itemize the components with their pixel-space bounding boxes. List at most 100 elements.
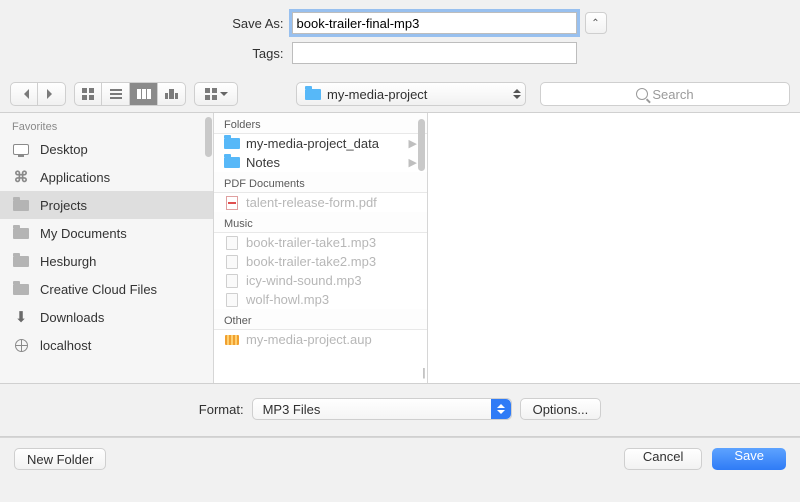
sidebar-scrollbar[interactable]	[205, 117, 212, 157]
folder-icon	[305, 89, 321, 100]
toolbar: my-media-project Search	[0, 80, 800, 112]
sidebar-item-hesburgh[interactable]: Hesburgh	[0, 247, 213, 275]
path-popup-button[interactable]: my-media-project	[296, 82, 526, 106]
view-columns-button[interactable]	[130, 82, 158, 106]
folder-icon	[224, 157, 240, 168]
sidebar-item-label: Creative Cloud Files	[40, 282, 157, 297]
coverflow-icon	[165, 89, 179, 99]
cancel-label: Cancel	[643, 449, 683, 464]
pdf-icon	[226, 196, 238, 210]
save-as-label: Save As:	[194, 16, 284, 31]
file-item: icy-wind-sound.mp3	[214, 271, 427, 290]
search-icon	[636, 88, 648, 100]
tags-label: Tags:	[194, 46, 284, 61]
column-scrollbar[interactable]	[418, 119, 425, 171]
group-header-pdf: PDF Documents	[214, 172, 427, 193]
sidebar-item-label: My Documents	[40, 226, 127, 241]
arrange-icon	[205, 88, 217, 100]
column-browser: Favorites Desktop ⌘ Applications Project…	[0, 112, 800, 384]
search-input[interactable]: Search	[540, 82, 790, 106]
audio-file-icon	[226, 255, 238, 269]
sidebar-heading-favorites: Favorites	[0, 117, 213, 135]
search-placeholder: Search	[652, 87, 693, 102]
file-label: wolf-howl.mp3	[246, 292, 329, 307]
view-coverflow-button[interactable]	[158, 82, 186, 106]
new-folder-label: New Folder	[27, 452, 93, 467]
sidebar-item-creative-cloud[interactable]: Creative Cloud Files	[0, 275, 213, 303]
file-item[interactable]: my-media-project_data ▶	[214, 134, 427, 153]
sidebar-item-my-documents[interactable]: My Documents	[0, 219, 213, 247]
view-list-button[interactable]	[102, 82, 130, 106]
disclosure-icon: ▶	[409, 137, 417, 150]
sidebar-item-desktop[interactable]: Desktop	[0, 135, 213, 163]
format-label: Format:	[199, 402, 244, 417]
file-item: book-trailer-take1.mp3	[214, 233, 427, 252]
disclosure-icon: ▶	[409, 156, 417, 169]
save-button[interactable]: Save	[712, 448, 786, 470]
sidebar: Favorites Desktop ⌘ Applications Project…	[0, 113, 214, 383]
options-label: Options...	[533, 402, 589, 417]
folder-icon	[13, 284, 29, 295]
chevron-left-icon	[19, 87, 29, 102]
sidebar-item-downloads[interactable]: ⬇ Downloads	[0, 303, 213, 331]
file-item[interactable]: Notes ▶	[214, 153, 427, 172]
nav-forward-button[interactable]	[38, 82, 66, 106]
sidebar-item-projects[interactable]: Projects	[0, 191, 213, 219]
tags-input[interactable]	[292, 42, 577, 64]
file-label: talent-release-form.pdf	[246, 195, 377, 210]
path-folder-label: my-media-project	[327, 87, 427, 102]
format-selected-value: MP3 Files	[263, 402, 321, 417]
group-header-folders: Folders	[214, 113, 427, 134]
grid-icon	[82, 88, 94, 100]
save-as-input[interactable]	[292, 12, 577, 34]
aup-file-icon	[225, 335, 239, 345]
sidebar-item-localhost[interactable]: localhost	[0, 331, 213, 359]
arrange-menu-button[interactable]	[194, 82, 238, 106]
file-item: wolf-howl.mp3	[214, 290, 427, 309]
file-column: Folders my-media-project_data ▶ Notes ▶ …	[214, 113, 428, 383]
file-label: icy-wind-sound.mp3	[246, 273, 362, 288]
spacer	[585, 42, 607, 64]
folder-icon	[13, 200, 29, 211]
nav-back-button[interactable]	[10, 82, 38, 106]
view-icons-button[interactable]	[74, 82, 102, 106]
columns-icon	[137, 89, 151, 99]
downloads-icon: ⬇	[15, 308, 28, 326]
file-item: book-trailer-take2.mp3	[214, 252, 427, 271]
folder-icon	[13, 228, 29, 239]
folder-icon	[13, 256, 29, 267]
file-label: book-trailer-take2.mp3	[246, 254, 376, 269]
chevron-up-icon: ⌃	[591, 18, 599, 29]
audio-file-icon	[226, 293, 238, 307]
file-label: book-trailer-take1.mp3	[246, 235, 376, 250]
updown-icon	[513, 87, 521, 101]
sidebar-item-applications[interactable]: ⌘ Applications	[0, 163, 213, 191]
sidebar-item-label: Hesburgh	[40, 254, 96, 269]
file-label: Notes	[246, 155, 280, 170]
updown-icon	[497, 402, 505, 416]
file-label: my-media-project.aup	[246, 332, 372, 347]
group-header-other: Other	[214, 309, 427, 330]
list-icon	[110, 89, 122, 99]
new-folder-button[interactable]: New Folder	[14, 448, 106, 470]
format-select[interactable]: MP3 Files	[252, 398, 512, 420]
chevron-right-icon	[47, 87, 57, 102]
audio-file-icon	[226, 236, 238, 250]
sidebar-item-label: localhost	[40, 338, 91, 353]
audio-file-icon	[226, 274, 238, 288]
sidebar-item-label: Downloads	[40, 310, 104, 325]
group-header-music: Music	[214, 212, 427, 233]
options-button[interactable]: Options...	[520, 398, 602, 420]
applications-icon: ⌘	[14, 168, 29, 186]
sidebar-item-label: Applications	[40, 170, 110, 185]
cancel-button[interactable]: Cancel	[624, 448, 702, 470]
desktop-icon	[13, 144, 29, 155]
folder-icon	[224, 138, 240, 149]
preview-pane: ||	[428, 113, 800, 383]
column-resize-handle[interactable]: ||	[422, 367, 424, 379]
sidebar-item-label: Projects	[40, 198, 87, 213]
collapse-panel-button[interactable]: ⌃	[585, 12, 607, 34]
file-item: my-media-project.aup	[214, 330, 427, 349]
save-label: Save	[734, 448, 764, 463]
file-item: talent-release-form.pdf	[214, 193, 427, 212]
